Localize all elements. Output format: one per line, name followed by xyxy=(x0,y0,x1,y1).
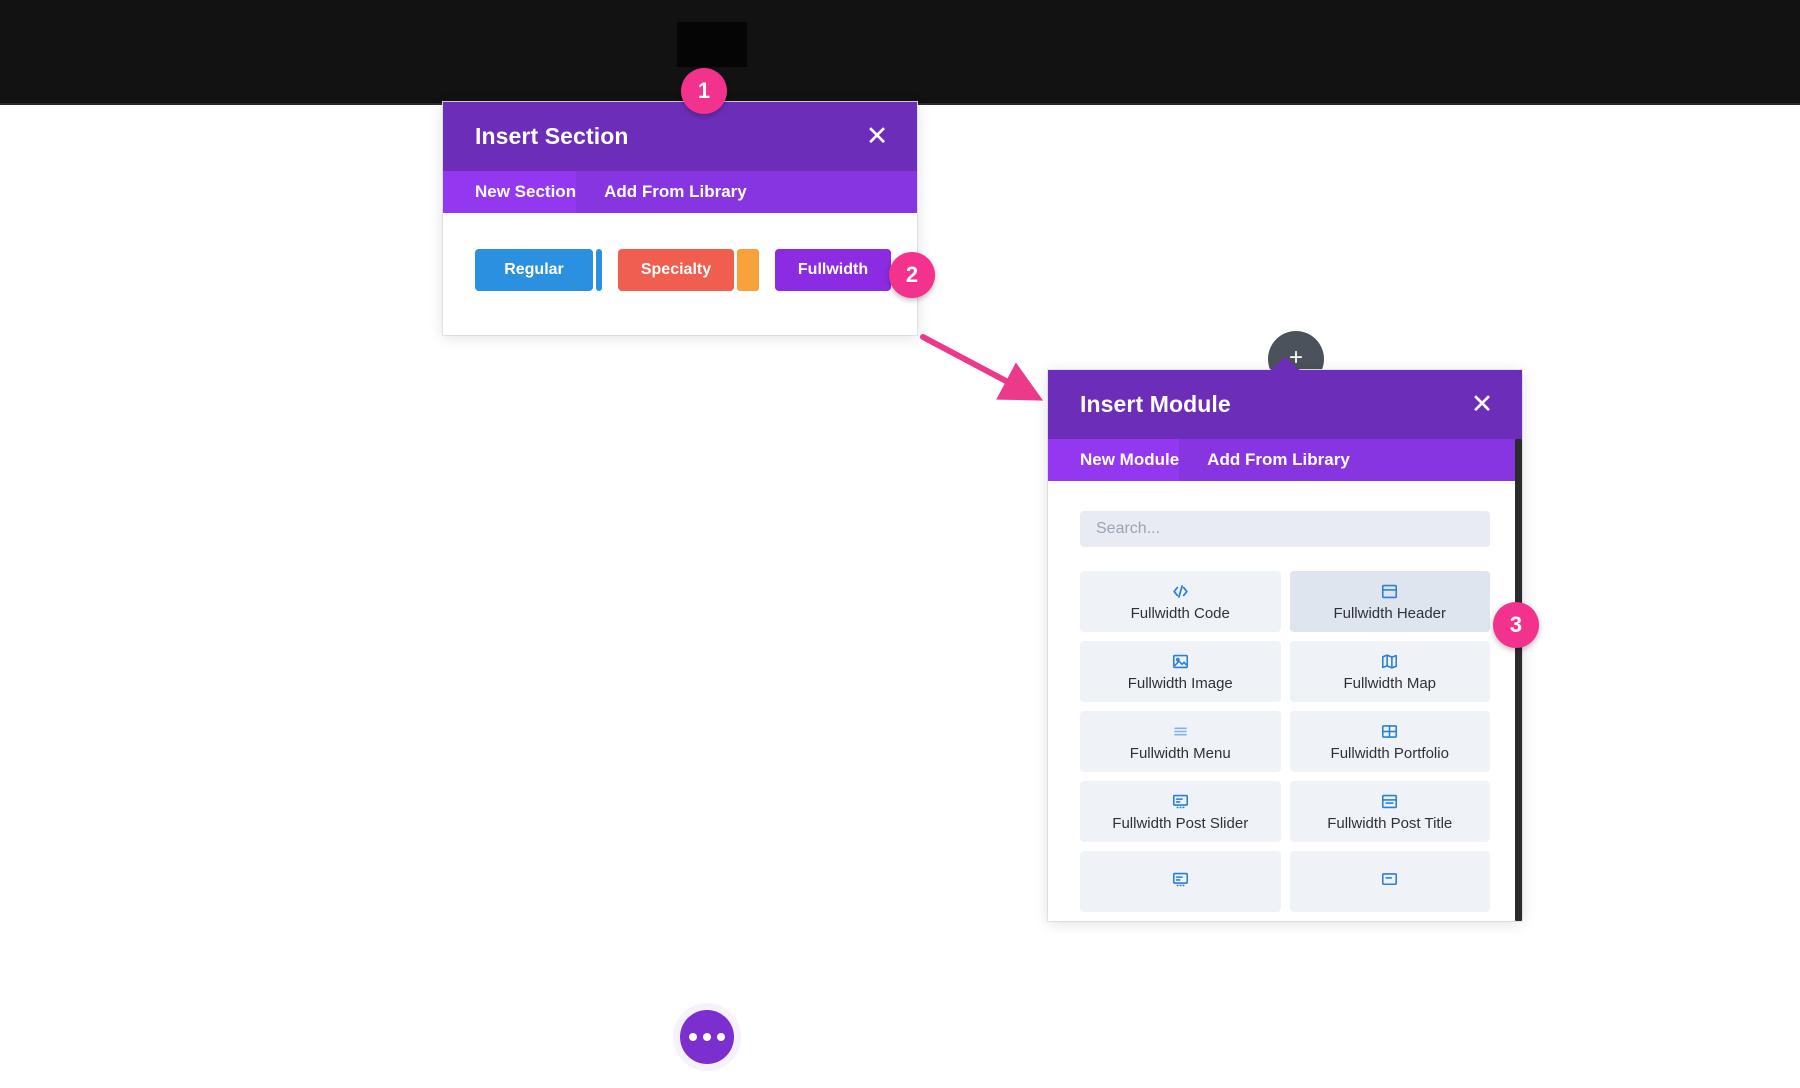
module-card[interactable] xyxy=(1289,851,1490,912)
close-icon[interactable]: ✕ xyxy=(863,123,891,150)
ellipsis-dot-3 xyxy=(717,1033,725,1041)
specialty-section-button[interactable]: Specialty xyxy=(618,249,734,291)
post-slider-icon xyxy=(1171,870,1190,890)
more-options-button[interactable] xyxy=(680,1010,734,1064)
insert-module-header: Insert Module ✕ xyxy=(1048,370,1522,439)
tab-new-section[interactable]: New Section xyxy=(443,171,577,213)
annotation-badge-1: 1 xyxy=(681,68,727,114)
module-card-label: Fullwidth Post Title xyxy=(1327,815,1453,832)
insert-module-title: Insert Module xyxy=(1080,391,1231,417)
module-card[interactable]: Fullwidth Post Slider xyxy=(1080,781,1281,842)
module-card-label: Fullwidth Portfolio xyxy=(1330,745,1449,762)
insert-module-modal: Insert Module ✕ New Module Add From Libr… xyxy=(1048,357,1522,921)
page-top-dark-bar xyxy=(0,0,1800,105)
image-icon xyxy=(1171,651,1190,671)
ellipsis-dot-1 xyxy=(689,1033,697,1041)
module-card-label: Fullwidth Image xyxy=(1127,675,1233,692)
regular-section-label: Regular xyxy=(504,261,564,278)
insert-section-header: Insert Section ✕ xyxy=(443,102,917,171)
slider-icon xyxy=(1380,870,1399,890)
module-card-label: Fullwidth Menu xyxy=(1129,745,1231,762)
tab-add-from-library-module-label: Add From Library xyxy=(1207,450,1350,469)
tab-new-module-label: New Module xyxy=(1080,450,1180,469)
insert-section-body: Regular Specialty Fullwidth xyxy=(443,213,917,335)
module-card[interactable]: Fullwidth Portfolio xyxy=(1289,711,1490,772)
module-card[interactable]: Fullwidth Header xyxy=(1289,571,1490,632)
specialty-section-label: Specialty xyxy=(640,261,712,278)
tab-new-section-label: New Section xyxy=(475,182,577,201)
insert-section-title: Insert Section xyxy=(475,123,629,149)
module-card-label: Fullwidth Code xyxy=(1130,605,1230,622)
annotation-badge-2: 2 xyxy=(889,252,935,298)
insert-module-tabs: New Module Add From Library xyxy=(1048,439,1522,481)
post-slider-icon xyxy=(1171,791,1190,811)
map-icon xyxy=(1380,651,1399,671)
fullwidth-section-label: Fullwidth xyxy=(797,261,869,278)
module-card[interactable]: Fullwidth Menu xyxy=(1080,711,1281,772)
tab-new-module[interactable]: New Module xyxy=(1048,439,1180,481)
module-card[interactable] xyxy=(1080,851,1281,912)
module-card[interactable]: Fullwidth Post Title xyxy=(1289,781,1490,842)
module-card[interactable]: Fullwidth Code xyxy=(1080,571,1281,632)
code-icon xyxy=(1171,581,1190,601)
fullwidth-section-button[interactable]: Fullwidth xyxy=(775,249,891,291)
module-card-label: Fullwidth Post Slider xyxy=(1112,815,1249,832)
module-card-label: Fullwidth Map xyxy=(1343,675,1437,692)
insert-section-modal: Insert Section ✕ New Section Add From Li… xyxy=(443,102,917,335)
insert-section-tabs: New Section Add From Library xyxy=(443,171,917,213)
module-grid: Fullwidth Code Fullwidth Header Fullwidth … xyxy=(1048,547,1522,912)
header-icon xyxy=(1380,581,1399,601)
search-input[interactable] xyxy=(1080,511,1490,547)
search-wrapper xyxy=(1048,481,1522,547)
top-dark-block xyxy=(677,22,747,67)
menu-icon xyxy=(1171,721,1190,741)
module-card[interactable]: Fullwidth Map xyxy=(1289,641,1490,702)
modal-pointer xyxy=(1269,357,1301,371)
insert-module-body: Fullwidth Code Fullwidth Header Fullwidth … xyxy=(1048,481,1522,921)
module-card[interactable]: Fullwidth Image xyxy=(1080,641,1281,702)
portfolio-icon xyxy=(1380,721,1399,741)
screen-canvas: + Insert Section ✕ New Section Add From … xyxy=(0,0,1800,1088)
section-type-buttons: Regular Specialty Fullwidth xyxy=(443,249,917,291)
ellipsis-dot-2 xyxy=(703,1033,711,1041)
button-gap-2 xyxy=(759,249,775,291)
tab-add-from-library-section[interactable]: Add From Library xyxy=(576,171,777,213)
vertical-scrollbar[interactable] xyxy=(1515,439,1522,921)
tab-add-from-library-module[interactable]: Add From Library xyxy=(1179,439,1380,481)
button-gap xyxy=(602,249,618,291)
module-card-label: Fullwidth Header xyxy=(1333,605,1447,622)
regular-section-button[interactable]: Regular xyxy=(475,249,593,291)
post-title-icon xyxy=(1380,791,1399,811)
close-icon[interactable]: ✕ xyxy=(1468,391,1496,418)
specialty-accent-strip[interactable] xyxy=(737,249,759,291)
tab-add-from-library-section-label: Add From Library xyxy=(604,182,747,201)
annotation-badge-3: 3 xyxy=(1493,602,1539,648)
